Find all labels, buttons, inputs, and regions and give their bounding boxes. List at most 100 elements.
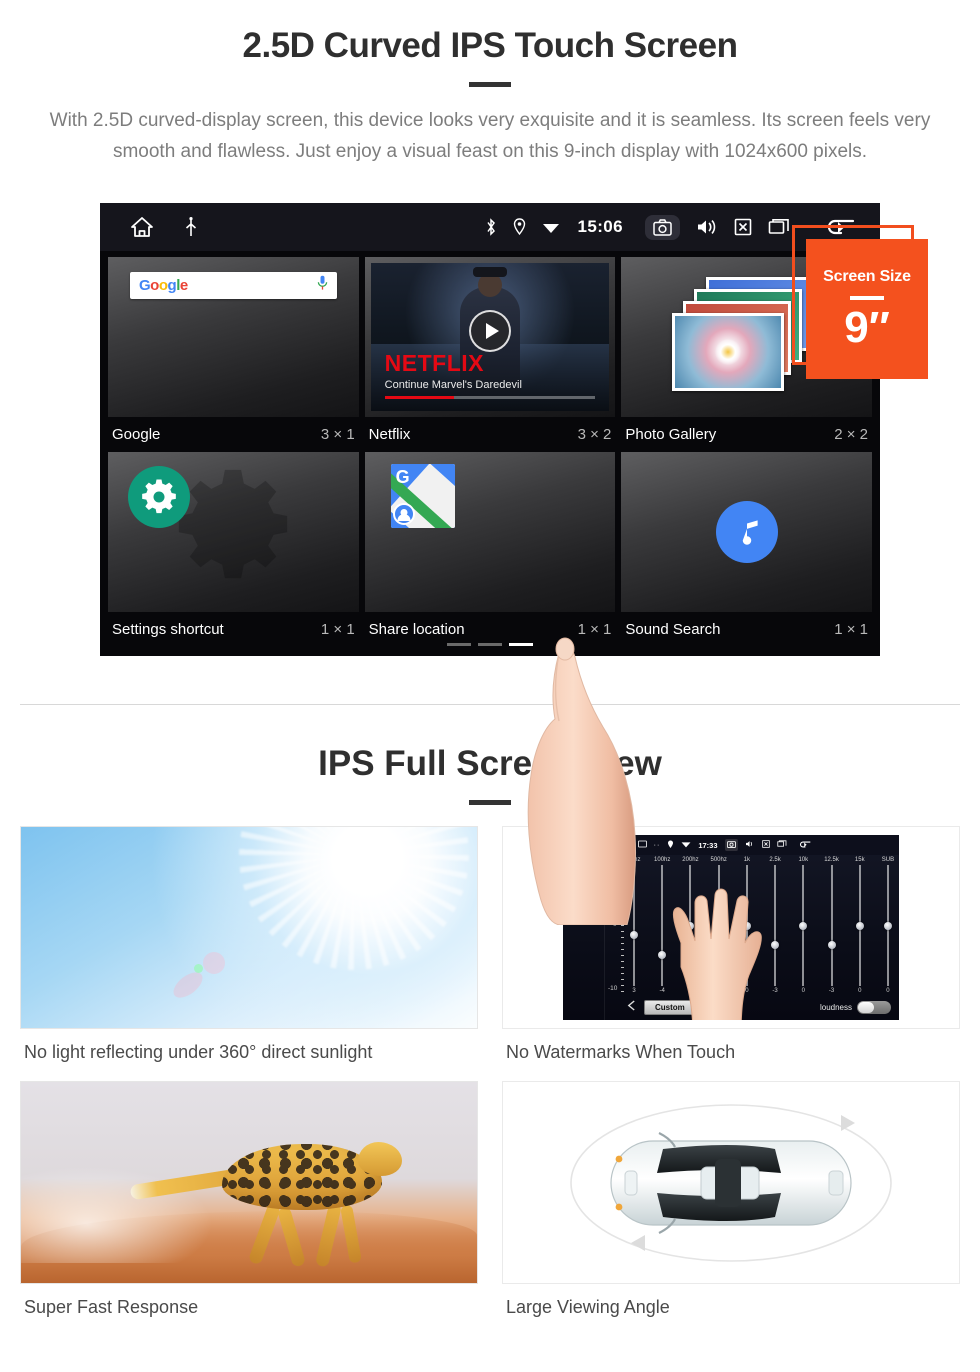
band-value: 0 <box>745 988 749 994</box>
android-status-bar: 15:06 <box>100 203 880 251</box>
widget-label-photo-gallery: Photo Gallery 2 × 2 <box>621 417 872 452</box>
band-track[interactable] <box>883 865 892 986</box>
band-knob[interactable] <box>630 931 638 940</box>
eq-band[interactable]: SUB 0 <box>881 857 895 994</box>
band-track[interactable] <box>686 865 695 986</box>
feature-card-sunlight: No light reflecting under 360° direct su… <box>20 826 478 1081</box>
more-icon[interactable]: ·· <box>654 842 661 849</box>
page-indicator[interactable] <box>100 643 880 646</box>
prev-preset-icon[interactable] <box>627 998 636 1016</box>
section2-title: IPS Full Screen View <box>318 744 662 783</box>
band-value: 0 <box>886 988 890 994</box>
widget-label-sound-search: Sound Search 1 × 1 <box>621 612 872 647</box>
widget-row-2: Settings shortcut 1 × 1 G Share location <box>108 452 873 647</box>
title-underline <box>469 82 511 87</box>
band-track[interactable] <box>630 865 638 986</box>
band-knob[interactable] <box>855 921 864 930</box>
band-frequency: 2.5k <box>769 857 781 863</box>
volume-icon[interactable] <box>696 218 718 236</box>
band-knob[interactable] <box>658 950 667 959</box>
balance-icon[interactable] <box>575 861 593 880</box>
page-dot-active[interactable] <box>509 643 533 646</box>
close-box-icon[interactable] <box>761 840 770 850</box>
eq-band[interactable]: 15k 0 <box>853 857 867 994</box>
page-dot[interactable] <box>447 643 471 646</box>
band-knob[interactable] <box>799 921 808 930</box>
home-icon[interactable] <box>130 216 154 238</box>
widget-preview-google[interactable]: Google <box>108 257 359 417</box>
eq-band[interactable]: 2.5k -3 <box>768 857 782 994</box>
volume-icon[interactable] <box>745 840 755 850</box>
eq-band[interactable]: 1k 0 <box>740 857 754 994</box>
band-frequency: SUB <box>881 857 895 863</box>
eq-band[interactable]: 10k 0 <box>796 857 810 994</box>
band-track[interactable] <box>799 865 808 986</box>
recent-apps-icon[interactable] <box>776 840 787 850</box>
eq-band[interactable]: 100hz -4 <box>654 857 670 994</box>
band-track[interactable] <box>742 865 751 986</box>
band-value: 0 <box>801 988 805 994</box>
usb-icon[interactable] <box>184 216 198 238</box>
recent-apps-icon[interactable] <box>768 218 790 236</box>
band-knob[interactable] <box>686 921 695 930</box>
play-icon[interactable] <box>469 310 511 353</box>
widget-name: Google <box>112 426 161 443</box>
back-icon[interactable] <box>798 840 812 851</box>
page-subtitle: With 2.5D curved-display screen, this de… <box>49 110 931 162</box>
widget-sound-search[interactable]: Sound Search 1 × 1 <box>621 452 873 647</box>
loudness-control[interactable]: loudness <box>819 1000 891 1014</box>
widget-name: Sound Search <box>625 621 721 638</box>
band-track[interactable] <box>714 865 723 986</box>
home-icon[interactable] <box>569 839 582 851</box>
eq-band[interactable]: 60hz 3 <box>627 857 641 994</box>
amplifier-frame: Amplifier ·· 17:33 Balance Fader 10 0 -1… <box>503 827 959 1028</box>
widget-preview-netflix[interactable]: NETFLIX Continue Marvel's Daredevil <box>364 257 616 417</box>
feature-caption: No Watermarks When Touch <box>506 1042 736 1062</box>
widget-size: 1 × 1 <box>577 621 612 638</box>
loudness-toggle[interactable] <box>857 1000 891 1014</box>
band-track[interactable] <box>827 865 836 986</box>
eq-band[interactable]: 200hz 0 <box>682 857 698 994</box>
band-track[interactable] <box>855 865 864 986</box>
character-hat <box>473 266 507 277</box>
widget-preview-share-location[interactable]: G <box>364 452 616 612</box>
loudness-label: loudness <box>819 1002 852 1012</box>
fader-label[interactable]: Fader <box>574 918 592 925</box>
band-knob[interactable] <box>883 921 892 930</box>
camera-icon[interactable] <box>724 839 738 851</box>
preset-button[interactable]: Custom <box>644 999 696 1015</box>
eq-band[interactable]: 12.5k -3 <box>824 857 839 994</box>
band-frequency: 15k <box>854 857 865 863</box>
feature-card-viewing-angle: Large Viewing Angle <box>502 1081 960 1336</box>
band-knob[interactable] <box>742 921 751 930</box>
camera-icon[interactable] <box>645 214 680 240</box>
band-value: 0 <box>688 988 693 994</box>
widget-share-location[interactable]: G Share location 1 × 1 <box>364 452 616 647</box>
amplifier-status-bar: Amplifier ·· 17:33 <box>563 835 899 855</box>
band-knob[interactable] <box>771 940 780 949</box>
google-search-bar[interactable]: Google <box>130 272 337 299</box>
widget-preview-settings[interactable] <box>108 452 359 612</box>
band-track[interactable] <box>771 865 780 986</box>
page-title: 2.5D Curved IPS Touch Screen <box>242 26 738 65</box>
lens-flare <box>203 951 226 974</box>
close-box-icon[interactable] <box>734 218 752 236</box>
band-knob[interactable] <box>827 940 836 949</box>
widget-netflix[interactable]: NETFLIX Continue Marvel's Daredevil Netf… <box>364 257 616 452</box>
google-logo: Google <box>139 277 188 294</box>
widget-google[interactable]: Google Google 3 × 1 <box>108 257 359 452</box>
amplifier-time: 17:33 <box>698 840 718 850</box>
balance-label[interactable]: Balance <box>571 882 596 889</box>
band-knob[interactable] <box>714 921 723 930</box>
fader-icon[interactable] <box>575 897 593 916</box>
widget-settings-shortcut[interactable]: Settings shortcut 1 × 1 <box>108 452 359 647</box>
eq-band[interactable]: 500hz 0 <box>710 857 726 994</box>
microphone-icon[interactable] <box>317 275 328 296</box>
gallery-icon[interactable] <box>637 840 647 850</box>
band-track[interactable] <box>658 865 667 986</box>
device-screen: 15:06 Google Google 3 × 1 NETFLIX Contin… <box>100 203 928 926</box>
widget-preview-sound-search[interactable] <box>621 452 873 612</box>
scale-bottom: -10 <box>608 985 618 992</box>
feature-grid: No light reflecting under 360° direct su… <box>20 826 960 1336</box>
page-dot[interactable] <box>478 643 502 646</box>
